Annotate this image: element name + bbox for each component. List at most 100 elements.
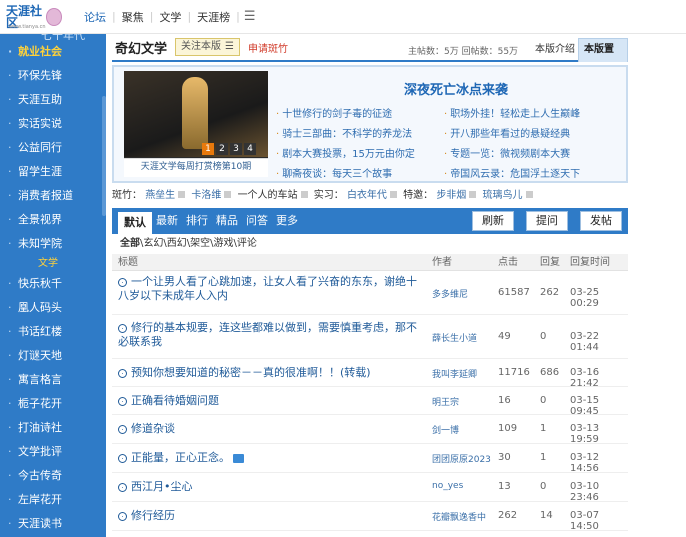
featured-link[interactable]: · 职场外挂！轻松走上人生巅峰 xyxy=(444,105,624,125)
forum-title: 奇幻文学 xyxy=(115,41,168,57)
sidebar-item-criticism[interactable]: 文学批评 xyxy=(0,440,106,464)
post-clicks: 13 xyxy=(498,481,511,492)
post-clicks: 109 xyxy=(498,423,518,434)
intern-link[interactable]: 白衣年代 xyxy=(347,190,387,201)
tab-more[interactable]: 更多 xyxy=(272,208,302,234)
sidebar-item-fables[interactable]: 寓言格言 xyxy=(0,368,106,392)
nav-literature[interactable]: 文学 xyxy=(153,9,187,25)
pager-4[interactable]: 4 xyxy=(244,143,256,155)
tab-forum-intro[interactable]: 本版介绍 xyxy=(530,40,580,60)
post-title[interactable]: · 修道杂谈 xyxy=(118,422,175,436)
featured-link[interactable]: · 剧本大赛投票，15万元由你定 xyxy=(276,145,444,165)
featured-link[interactable]: · 开八那些年看过的悬疑经典 xyxy=(444,125,624,145)
category-list[interactable]: \玄幻\西幻\架空\游戏\评论 xyxy=(140,238,257,249)
category-filter: 全部\玄幻\西幻\架空\游戏\评论 xyxy=(112,234,628,254)
tab-forum-pinned[interactable]: 本版置顶 xyxy=(578,38,628,77)
moderator-link[interactable]: 燕垒生 xyxy=(145,190,175,201)
sidebar-item-unknown-academy[interactable]: 未知学院 xyxy=(0,232,106,256)
header-replies: 回复 xyxy=(540,257,560,268)
featured-panel: 1 2 3 4 天涯文学每周打赏榜第10期 深夜死亡冰点来袭 · 十世修行的剑子毒… xyxy=(112,65,628,183)
ask-button[interactable]: 提问 xyxy=(526,211,568,231)
sidebar-item-mutual-help[interactable]: 天涯互助 xyxy=(0,88,106,112)
post-title[interactable]: · 修行的基本规要，连这些都难以做到，需要慎重考虑，那不必联系我 xyxy=(118,321,424,349)
slideshow-caption[interactable]: 天涯文学每周打赏榜第10期 xyxy=(124,158,268,177)
table-row[interactable]: · 修道杂谈 剑一博 109 1 03-13 19:59 xyxy=(112,415,628,445)
post-author[interactable]: 薛长生小道 xyxy=(432,331,494,344)
pager-3[interactable]: 3 xyxy=(230,143,242,155)
post-title[interactable]: · 西江月•尘心 xyxy=(118,480,193,494)
tab-latest[interactable]: 最新 xyxy=(152,208,182,234)
sidebar-item-environment[interactable]: 环保先锋 xyxy=(0,64,106,88)
table-row[interactable]: · 修行的基本规要，连这些都难以做到，需要慎重考虑，那不必联系我 薛长生小道 49… xyxy=(112,315,628,359)
invited-link[interactable]: 步非烟 xyxy=(436,190,466,201)
post-title[interactable]: · 修行经历 xyxy=(118,509,175,523)
sidebar-item-dock[interactable]: 凰人码头 xyxy=(0,296,106,320)
nav-ranking[interactable]: 天涯榜 xyxy=(191,9,236,25)
table-row[interactable]: · 正能量，正心正念。 团团原原2023 30 1 03-12 14:56 xyxy=(112,444,628,474)
post-author[interactable]: 花瓣飘逸香中 xyxy=(432,510,494,523)
list-icon: ☰ xyxy=(225,41,234,52)
pager-1[interactable]: 1 xyxy=(202,143,214,155)
post-title[interactable]: · 预知你想要知道的秘密－－真的很准啊！！(转载) xyxy=(118,366,371,380)
table-row[interactable]: · 西江月•尘心 no_yes 13 0 03-10 23:46 xyxy=(112,473,628,503)
table-row[interactable]: · 修行经历 花瓣飘逸香中 262 14 03-07 14:50 xyxy=(112,502,628,532)
post-title[interactable]: · 正确看待婚姻问题 xyxy=(118,394,219,408)
sidebar-item-poetry[interactable]: 打油诗社 xyxy=(0,416,106,440)
sidebar-item-swing[interactable]: 快乐秋千 xyxy=(0,272,106,296)
post-author[interactable]: no_yes xyxy=(432,481,494,491)
sidebar-item-truth-talk[interactable]: 实话实说 xyxy=(0,112,106,136)
sidebar-item-left-bank[interactable]: 左岸花开 xyxy=(0,488,106,512)
post-title[interactable]: · 正能量，正心正念。 xyxy=(118,451,244,465)
sidebar-item-panorama[interactable]: 全景视界 xyxy=(0,208,106,232)
moderator-link[interactable]: 卡洛维 xyxy=(191,190,221,201)
sidebar-item-gardenia[interactable]: 栀子花开 xyxy=(0,392,106,416)
featured-link[interactable]: · 骑士三部曲：不科学的养龙法 xyxy=(276,125,444,145)
table-row[interactable]: · 预知你想要知道的秘密－－真的很准啊！！(转载) 我叫李延卿 11716 686… xyxy=(112,359,628,389)
post-button[interactable]: 发帖 xyxy=(580,211,622,231)
post-author[interactable]: 我叫李延卿 xyxy=(432,367,494,380)
featured-link[interactable]: · 专题一览：微视频剧本大赛 xyxy=(444,145,624,165)
slideshow-pager: 1 2 3 4 xyxy=(202,143,256,155)
post-author[interactable]: 多多维尼 xyxy=(432,287,494,300)
post-time: 03-13 19:59 xyxy=(570,423,600,445)
table-row[interactable]: · 一个让男人看了心跳加速，让女人看了兴奋的东东，谢绝十八岁以下未成年人入内 多多… xyxy=(112,271,628,315)
post-author[interactable]: 团团原原2023 xyxy=(432,452,494,465)
tab-qa[interactable]: 问答 xyxy=(242,208,272,234)
sidebar-item-riddles[interactable]: 灯谜天地 xyxy=(0,344,106,368)
header-author: 作者 xyxy=(432,257,452,268)
mod-badge-icon xyxy=(300,191,308,198)
post-author[interactable]: 明王宗 xyxy=(432,395,494,408)
hamburger-menu-icon[interactable]: ☰ xyxy=(240,9,260,24)
post-clicks: 11716 xyxy=(498,367,530,378)
follow-button[interactable]: 关注本版 ☰ xyxy=(175,38,240,56)
sidebar-item-consumer[interactable]: 消费者报道 xyxy=(0,184,106,208)
featured-link[interactable]: · 帝国风云录：危国浮土逐天下 xyxy=(444,165,624,185)
post-author[interactable]: 剑一博 xyxy=(432,423,494,436)
tianya-logo[interactable]: 天涯社区 www.tianya.cn xyxy=(6,3,62,31)
featured-link[interactable]: · 十世修行的剑子毒的征途 xyxy=(276,105,444,125)
featured-headline[interactable]: 深夜死亡冰点来袭 xyxy=(404,79,508,98)
post-title[interactable]: · 一个让男人看了心跳加速，让女人看了兴奋的东东，谢绝十八岁以下未成年人入内 xyxy=(118,275,424,303)
nav-focus[interactable]: 聚焦 xyxy=(116,9,150,25)
sidebar-item-red-mansion[interactable]: 书话红楼 xyxy=(0,320,106,344)
tab-ranking[interactable]: 排行 xyxy=(182,208,212,234)
sidebar-scrollbar[interactable] xyxy=(102,96,106,216)
sidebar-item-study-abroad[interactable]: 留学生涯 xyxy=(0,160,106,184)
pager-2[interactable]: 2 xyxy=(216,143,228,155)
apply-moderator-link[interactable]: 申请斑竹 xyxy=(248,40,288,55)
featured-slideshow[interactable]: 1 2 3 4 天涯文学每周打赏榜第10期 xyxy=(124,71,268,177)
post-replies: 1 xyxy=(540,452,547,463)
sidebar-item-employment[interactable]: 就业社会 xyxy=(0,40,106,64)
refresh-button[interactable]: 刷新 xyxy=(472,211,514,231)
nav-forum[interactable]: 论坛 xyxy=(78,9,112,25)
sidebar-item-charity[interactable]: 公益同行 xyxy=(0,136,106,160)
tab-featured[interactable]: 精品 xyxy=(212,208,242,234)
featured-link[interactable]: · 聊斋夜谈：每天三个故事 xyxy=(276,165,444,185)
tab-default[interactable]: 默认 xyxy=(118,212,152,234)
category-all[interactable]: 全部 xyxy=(120,238,140,249)
sidebar-item-reading[interactable]: 天涯读书 xyxy=(0,512,106,536)
invited-link[interactable]: 琉璃鸟儿 xyxy=(483,190,523,201)
table-row[interactable]: · 正确看待婚姻问题 明王宗 16 0 03-15 09:45 xyxy=(112,387,628,417)
moderator-link[interactable]: 一个人的车站 xyxy=(238,190,298,201)
sidebar-item-legends[interactable]: 今古传奇 xyxy=(0,464,106,488)
